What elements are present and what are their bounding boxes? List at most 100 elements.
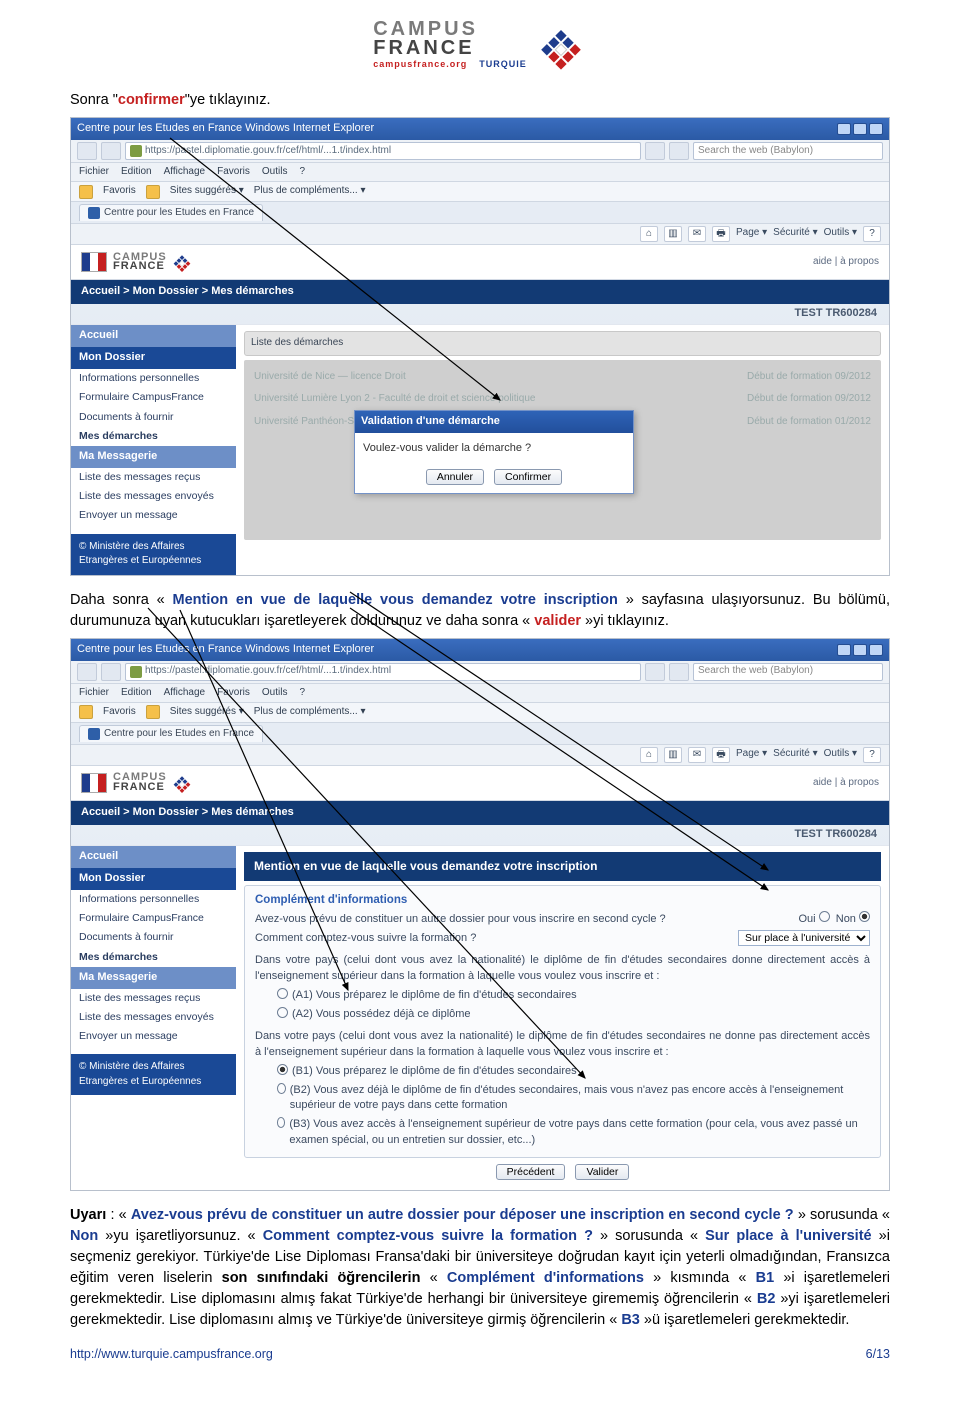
- nav-item-active[interactable]: Mes démarches: [71, 427, 236, 446]
- radio-b3[interactable]: [277, 1117, 285, 1128]
- nav-messagerie[interactable]: Ma Messagerie: [71, 967, 236, 989]
- nav-messagerie[interactable]: Ma Messagerie: [71, 446, 236, 468]
- radio-a2[interactable]: [277, 1007, 288, 1018]
- radio-b2[interactable]: [277, 1083, 286, 1094]
- nav-mondossier[interactable]: Mon Dossier: [71, 347, 236, 369]
- nav-item[interactable]: Formulaire CampusFrance: [71, 388, 236, 407]
- site-head-links[interactable]: aide | à propos: [813, 255, 879, 270]
- nav-item[interactable]: Formulaire CampusFrance: [71, 909, 236, 928]
- forward-button[interactable]: [101, 142, 121, 160]
- sidebar: Accueil Mon Dossier Informations personn…: [71, 846, 236, 1190]
- cancel-button[interactable]: Annuler: [426, 469, 484, 485]
- valider-button[interactable]: Valider: [575, 1164, 629, 1180]
- nav-item[interactable]: Liste des messages reçus: [71, 989, 236, 1008]
- radio-b1[interactable]: [277, 1064, 288, 1075]
- window-buttons[interactable]: [837, 644, 883, 656]
- help-icon[interactable]: ?: [863, 747, 881, 763]
- radio-non[interactable]: [859, 911, 870, 922]
- fav-plus[interactable]: Plus de compléments... ▾: [254, 184, 366, 199]
- refresh-button[interactable]: [645, 142, 665, 160]
- nav-accueil[interactable]: Accueil: [71, 846, 236, 868]
- nav-item[interactable]: Liste des messages envoyés: [71, 487, 236, 506]
- site-head-links[interactable]: aide | à propos: [813, 776, 879, 791]
- pagetool-page[interactable]: Page ▾: [736, 747, 767, 763]
- radio-oui[interactable]: [819, 911, 830, 922]
- back-button[interactable]: [77, 663, 97, 681]
- nav-mondossier[interactable]: Mon Dossier: [71, 868, 236, 890]
- home-icon[interactable]: ⌂: [640, 747, 658, 763]
- menu-help[interactable]: ?: [299, 165, 305, 180]
- search-bar[interactable]: Search the web (Babylon): [693, 663, 883, 681]
- fav-suggested[interactable]: Sites suggérés ▾: [170, 184, 244, 199]
- nav-accueil[interactable]: Accueil: [71, 325, 236, 347]
- menu-favoris[interactable]: Favoris: [217, 165, 250, 180]
- url-text: https://pastel.diplomatie.gouv.fr/cef/ht…: [145, 144, 391, 159]
- nav-item[interactable]: Liste des messages envoyés: [71, 1008, 236, 1027]
- previous-button[interactable]: Précédent: [496, 1164, 566, 1180]
- feed-icon[interactable]: ▥: [664, 747, 682, 763]
- site-logo-icon: [171, 772, 193, 794]
- forward-button[interactable]: [101, 663, 121, 681]
- menu-edition[interactable]: Edition: [121, 165, 152, 180]
- print-icon[interactable]: 🖶: [712, 226, 730, 242]
- pagetool-security[interactable]: Sécurité ▾: [773, 226, 817, 242]
- fav-label[interactable]: Favoris: [103, 705, 136, 720]
- nav-item-active[interactable]: Mes démarches: [71, 948, 236, 967]
- nav-item[interactable]: Informations personnelles: [71, 369, 236, 388]
- doc-logo-header: CAMPUS FRANCE campusfrance.org TURQUIE: [70, 20, 890, 72]
- window-buttons[interactable]: [837, 123, 883, 135]
- site-header: CAMPUSFRANCE aide | à propos: [71, 766, 889, 801]
- menu-outils[interactable]: Outils: [262, 686, 288, 701]
- nav-item[interactable]: Documents à fournir: [71, 928, 236, 947]
- menu-edition[interactable]: Edition: [121, 686, 152, 701]
- fav-label[interactable]: Favoris: [103, 184, 136, 199]
- menu-outils[interactable]: Outils: [262, 165, 288, 180]
- opt-a1: (A1) Vous préparez le diplôme de fin d'é…: [292, 988, 577, 1004]
- formation-select[interactable]: Sur place à l'université: [738, 930, 870, 946]
- menu-fichier[interactable]: Fichier: [79, 165, 109, 180]
- star-icon[interactable]: [79, 185, 93, 199]
- stop-button[interactable]: [669, 663, 689, 681]
- address-bar[interactable]: https://pastel.diplomatie.gouv.fr/cef/ht…: [125, 663, 641, 681]
- logo-country: TURQUIE: [467, 58, 527, 71]
- nav-item[interactable]: Documents à fournir: [71, 408, 236, 427]
- mail-icon[interactable]: ✉: [688, 747, 706, 763]
- menu-favoris[interactable]: Favoris: [217, 686, 250, 701]
- menu-affichage[interactable]: Affichage: [164, 686, 206, 701]
- confirm-modal: Validation d'une démarche Voulez-vous va…: [354, 410, 634, 494]
- radio-a1[interactable]: [277, 988, 288, 999]
- search-bar[interactable]: Search the web (Babylon): [693, 142, 883, 160]
- mail-icon[interactable]: ✉: [688, 226, 706, 242]
- stop-button[interactable]: [669, 142, 689, 160]
- pagetool-tools[interactable]: Outils ▾: [824, 226, 857, 242]
- q1-text: Avez-vous prévu de constituer un autre d…: [255, 912, 666, 928]
- tab-favicon: [88, 728, 100, 740]
- refresh-button[interactable]: [645, 663, 665, 681]
- print-icon[interactable]: 🖶: [712, 747, 730, 763]
- nav-item[interactable]: Envoyer un message: [71, 1027, 236, 1046]
- help-icon[interactable]: ?: [863, 226, 881, 242]
- browser-tab[interactable]: Centre pour les Etudes en France: [79, 204, 263, 222]
- feed-icon[interactable]: ▥: [664, 226, 682, 242]
- nav-item[interactable]: Informations personnelles: [71, 890, 236, 909]
- home-icon[interactable]: ⌂: [640, 226, 658, 242]
- pagetool-page[interactable]: Page ▾: [736, 226, 767, 242]
- back-button[interactable]: [77, 142, 97, 160]
- star-icon[interactable]: [79, 705, 93, 719]
- confirm-button[interactable]: Confirmer: [494, 469, 562, 485]
- menu-help[interactable]: ?: [299, 686, 305, 701]
- fav-plus[interactable]: Plus de compléments... ▾: [254, 705, 366, 720]
- address-bar[interactable]: https://pastel.diplomatie.gouv.fr/cef/ht…: [125, 142, 641, 160]
- menu-fichier[interactable]: Fichier: [79, 686, 109, 701]
- nav-item[interactable]: Envoyer un message: [71, 506, 236, 525]
- page-toolbar: ⌂ ▥ ✉ 🖶 Page ▾ Sécurité ▾ Outils ▾ ?: [71, 224, 889, 245]
- fav-suggested[interactable]: Sites suggérés ▾: [170, 705, 244, 720]
- tab-row: Centre pour les Etudes en France: [71, 723, 889, 746]
- browser-tab[interactable]: Centre pour les Etudes en France: [79, 725, 263, 743]
- pagetool-tools[interactable]: Outils ▾: [824, 747, 857, 763]
- pagetool-security[interactable]: Sécurité ▾: [773, 747, 817, 763]
- menu-affichage[interactable]: Affichage: [164, 165, 206, 180]
- footer-url: http://www.turquie.campusfrance.org: [70, 1345, 273, 1363]
- sites-icon: [146, 185, 160, 199]
- nav-item[interactable]: Liste des messages reçus: [71, 468, 236, 487]
